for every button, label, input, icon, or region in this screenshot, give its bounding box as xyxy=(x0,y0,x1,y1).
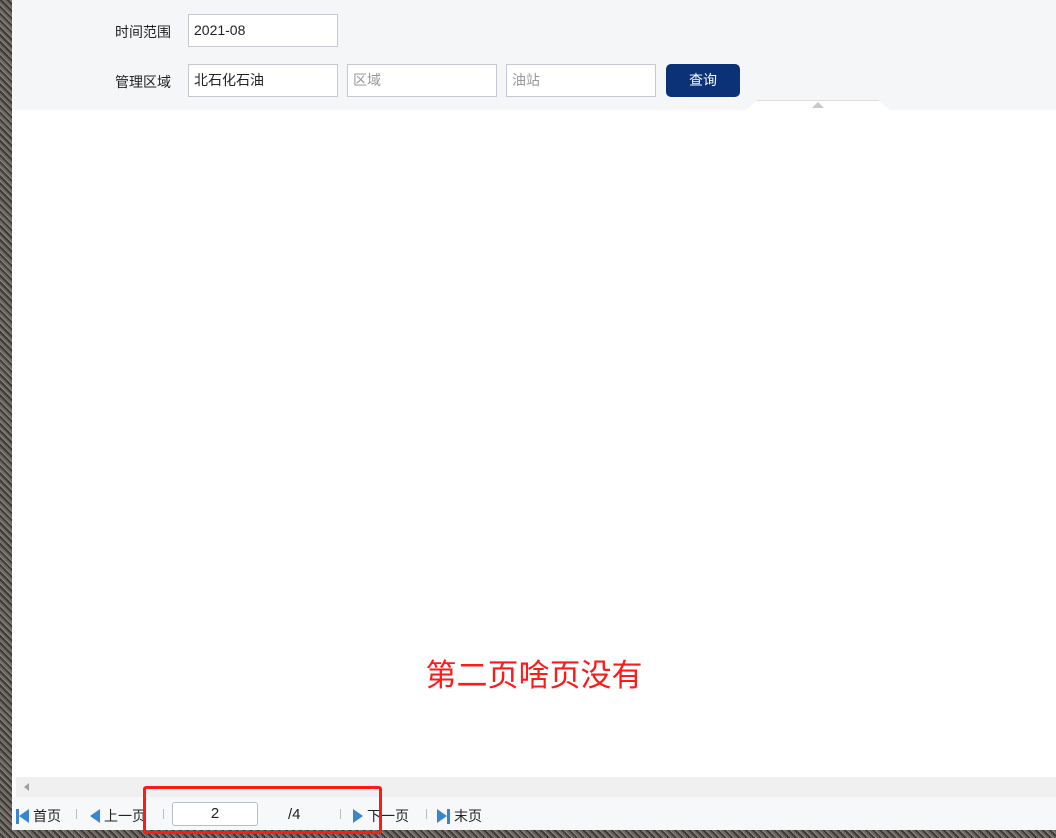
query-button[interactable]: 查询 xyxy=(666,64,740,97)
annotation-highlight-box xyxy=(143,786,382,834)
annotation-text: 第二页啥页没有 xyxy=(425,658,643,693)
caret-up-icon xyxy=(812,102,824,108)
last-page-icon xyxy=(437,809,447,823)
station-input[interactable]: 油站 xyxy=(506,64,656,97)
scroll-left-icon[interactable] xyxy=(24,783,29,791)
area-input[interactable]: 区域 xyxy=(347,64,497,97)
company-input[interactable]: 北石化石油 xyxy=(188,64,338,97)
report-window: 时间范围 2021-08 管理区域 北石化石油 区域 油站 查询 第二页啥页没有… xyxy=(12,0,1056,830)
time-range-input[interactable]: 2021-08 xyxy=(188,14,338,47)
divider xyxy=(76,809,77,819)
prev-page-button[interactable]: 上一页 xyxy=(90,806,146,826)
prev-page-icon xyxy=(90,809,100,823)
filter-panel: 时间范围 2021-08 管理区域 北石化石油 区域 油站 查询 xyxy=(12,0,1056,110)
divider xyxy=(426,809,427,819)
first-page-label: 首页 xyxy=(33,808,61,824)
last-page-button[interactable]: 末页 xyxy=(437,806,482,826)
prev-page-label: 上一页 xyxy=(104,808,146,824)
region-label: 管理区域 xyxy=(115,74,171,90)
collapse-panel-toggle[interactable] xyxy=(746,100,890,110)
last-page-label: 末页 xyxy=(454,808,482,824)
time-range-label: 时间范围 xyxy=(115,24,171,40)
first-page-button[interactable]: 首页 xyxy=(16,806,61,826)
